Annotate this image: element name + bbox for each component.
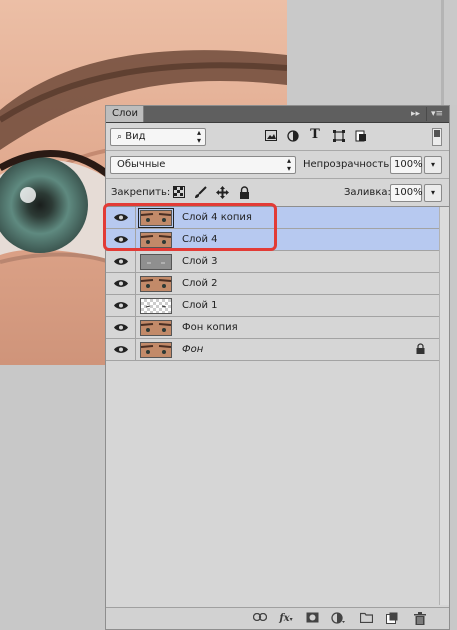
spinner-arrows-icon: ▴ ▾ bbox=[286, 156, 291, 173]
layer-row[interactable]: Фон bbox=[106, 339, 441, 361]
layer-row[interactable]: Слой 3 bbox=[106, 251, 441, 273]
filter-kind-value: Вид bbox=[125, 131, 146, 142]
filter-pixel-icon[interactable] bbox=[264, 130, 278, 144]
visibility-toggle[interactable] bbox=[106, 295, 136, 316]
blend-mode-value: Обычные bbox=[117, 159, 166, 170]
layer-thumbnail[interactable] bbox=[140, 298, 172, 314]
filter-toggle-switch[interactable] bbox=[432, 128, 442, 146]
visibility-toggle[interactable] bbox=[106, 339, 136, 360]
new-layer-icon[interactable] bbox=[384, 612, 400, 626]
new-adjustment-layer-icon[interactable] bbox=[330, 612, 346, 626]
layer-name[interactable]: Слой 2 bbox=[182, 273, 218, 294]
spinner-arrows-icon: ▴ ▾ bbox=[196, 128, 201, 145]
filter-kind-select[interactable]: ⌕ Вид ▴ ▾ bbox=[110, 128, 206, 146]
layers-scrollbar[interactable] bbox=[439, 207, 449, 605]
filter-shape-icon[interactable] bbox=[332, 130, 346, 144]
panel-footer: fx▾ bbox=[106, 607, 449, 629]
fill-dropdown-button[interactable]: ▾ bbox=[424, 184, 442, 202]
visibility-toggle[interactable] bbox=[106, 273, 136, 294]
layer-row[interactable]: Слой 1 bbox=[106, 295, 441, 317]
selection-highlight-annotation bbox=[103, 203, 277, 251]
delete-layer-icon[interactable] bbox=[412, 612, 428, 626]
layer-row[interactable]: Слой 2 bbox=[106, 273, 441, 295]
eye-icon bbox=[113, 323, 128, 331]
opacity-label: Непрозрачность: bbox=[303, 159, 393, 170]
canvas-background bbox=[287, 0, 457, 105]
fill-input[interactable]: 100% bbox=[390, 184, 423, 202]
link-layers-icon[interactable] bbox=[252, 612, 268, 626]
lock-position-icon[interactable] bbox=[215, 186, 229, 200]
lock-icon bbox=[416, 343, 425, 357]
visibility-toggle[interactable] bbox=[106, 251, 136, 272]
lock-all-icon[interactable] bbox=[237, 186, 251, 200]
lock-label: Закрепить: bbox=[111, 187, 171, 198]
layer-thumbnail[interactable] bbox=[140, 342, 172, 358]
toggle-knob bbox=[434, 130, 440, 137]
filter-adjustment-icon[interactable] bbox=[286, 130, 300, 144]
divider bbox=[106, 178, 449, 179]
layer-thumbnail[interactable] bbox=[140, 276, 172, 292]
lock-image-pixels-icon[interactable] bbox=[193, 186, 207, 200]
filter-type-icon[interactable]: T bbox=[308, 128, 322, 142]
tab-layers[interactable]: Слои bbox=[106, 106, 144, 122]
layer-name[interactable]: Фон копия bbox=[182, 317, 238, 338]
eye-icon bbox=[113, 257, 128, 265]
panel-menu-button[interactable]: ▾≡ bbox=[426, 107, 447, 121]
collapse-panel-button[interactable]: ▸▸ bbox=[411, 108, 423, 120]
search-icon: ⌕ bbox=[117, 132, 123, 142]
new-group-folder-icon[interactable] bbox=[358, 612, 374, 626]
opacity-dropdown-button[interactable]: ▾ bbox=[424, 156, 442, 174]
fill-label: Заливка: bbox=[344, 187, 391, 198]
layers-panel: Слои ▸▸ ▾≡ ⌕ Вид ▴ ▾ T Обычные ▴ ▾ Непрозр… bbox=[105, 105, 450, 630]
blend-mode-select[interactable]: Обычные ▴ ▾ bbox=[110, 156, 296, 174]
lock-transparent-pixels-icon[interactable] bbox=[172, 186, 186, 200]
layer-name[interactable]: Слой 1 bbox=[182, 295, 218, 316]
add-mask-icon[interactable] bbox=[304, 612, 320, 626]
layer-name[interactable]: Слой 3 bbox=[182, 251, 218, 272]
layer-thumbnail[interactable] bbox=[140, 254, 172, 270]
layer-row[interactable]: Фон копия bbox=[106, 317, 441, 339]
layer-thumbnail[interactable] bbox=[140, 320, 172, 336]
eye-icon bbox=[113, 279, 128, 287]
visibility-toggle[interactable] bbox=[106, 317, 136, 338]
filter-smart-object-icon[interactable] bbox=[354, 130, 368, 144]
eye-icon bbox=[113, 301, 128, 309]
divider bbox=[106, 150, 449, 151]
layer-style-fx-icon[interactable]: fx▾ bbox=[278, 612, 294, 626]
opacity-input[interactable]: 100% bbox=[390, 156, 423, 174]
panel-tabbar: Слои ▸▸ ▾≡ bbox=[106, 106, 449, 123]
layer-name[interactable]: Фон bbox=[182, 339, 203, 360]
eye-icon bbox=[113, 345, 128, 353]
